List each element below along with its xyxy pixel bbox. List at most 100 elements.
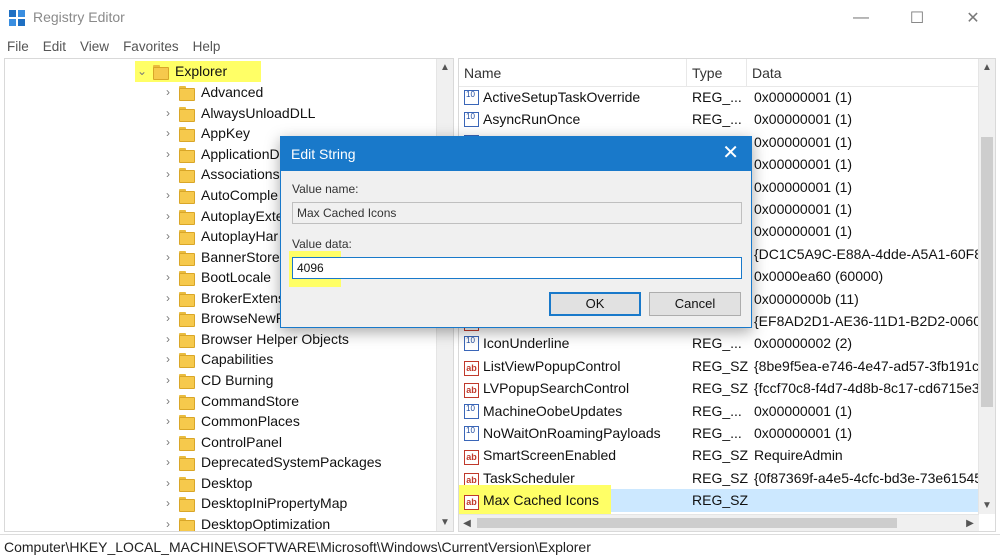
- folder-icon: [179, 270, 195, 287]
- window-title: Registry Editor: [33, 9, 125, 25]
- tree-item-label: CD Burning: [201, 371, 274, 388]
- list-item[interactable]: ab LVPopupSearchControl REG_SZ {fccf70c8-f4…: [459, 377, 979, 400]
- list-item[interactable]: AsyncRunOnce REG_... 0x00000001 (1): [459, 108, 979, 131]
- value-data-input[interactable]: 4096: [292, 257, 742, 279]
- chevron-right-icon[interactable]: ›: [161, 167, 175, 181]
- value-data: {0f87369f-a4e5-4cfc-bd3e-73e61545: [754, 469, 979, 486]
- chevron-right-icon[interactable]: ›: [161, 311, 175, 325]
- folder-icon: [179, 188, 195, 204]
- chevron-right-icon[interactable]: ›: [161, 291, 175, 305]
- list-item[interactable]: ab SmartScreenEnabled REG_SZ RequireAdmin: [459, 444, 979, 467]
- column-header-data[interactable]: Data: [747, 59, 987, 87]
- tree-item[interactable]: › Capabilities: [161, 349, 453, 370]
- chevron-right-icon[interactable]: ›: [161, 373, 175, 387]
- dialog-title-bar[interactable]: Edit String ✕: [281, 137, 751, 171]
- scroll-left-icon[interactable]: ◀: [459, 515, 475, 531]
- chevron-right-icon[interactable]: ›: [161, 455, 175, 469]
- tree-item[interactable]: › CommonPlaces: [161, 411, 453, 432]
- scroll-right-icon[interactable]: ▶: [962, 515, 978, 531]
- scroll-down-icon[interactable]: ▼: [437, 514, 453, 531]
- folder-icon: [179, 106, 195, 122]
- tree-item-explorer[interactable]: ⌄ Explorer: [135, 61, 261, 82]
- scrollbar-thumb[interactable]: [981, 137, 993, 407]
- value-data: {fccf70c8-f4d7-4d8b-8c17-cd6715e3: [754, 380, 979, 397]
- close-button[interactable]: ✕: [950, 0, 996, 36]
- chevron-right-icon[interactable]: ›: [161, 517, 175, 531]
- tree-item[interactable]: › DesktopOptimization: [161, 514, 453, 531]
- list-item[interactable]: ActiveSetupTaskOverride REG_... 0x00000001…: [459, 86, 979, 109]
- title-bar: Registry Editor — ☐ ✕: [0, 0, 1000, 36]
- list-vertical-scrollbar[interactable]: ▲ ▼: [978, 59, 995, 514]
- value-name: MachineOobeUpdates: [483, 402, 623, 419]
- chevron-right-icon[interactable]: ›: [161, 250, 175, 264]
- scrollbar-thumb[interactable]: [477, 518, 897, 528]
- chevron-right-icon[interactable]: ›: [161, 85, 175, 99]
- tree-item[interactable]: › Advanced: [161, 82, 453, 103]
- menu-file[interactable]: File: [0, 37, 36, 58]
- dialog-close-icon[interactable]: ✕: [722, 142, 739, 164]
- menu-favorites[interactable]: Favorites: [116, 37, 186, 58]
- menu-view[interactable]: View: [73, 37, 116, 58]
- chevron-right-icon[interactable]: ›: [161, 147, 175, 161]
- list-item[interactable]: ab Max Cached Icons REG_SZ: [459, 485, 979, 516]
- registry-editor-icon: [9, 10, 25, 26]
- menu-help[interactable]: Help: [186, 37, 228, 58]
- tree-item[interactable]: › DesktopIniPropertyMap: [161, 493, 453, 514]
- status-path: Computer\HKEY_LOCAL_MACHINE\SOFTWARE\Mic…: [4, 539, 591, 555]
- chevron-right-icon[interactable]: ›: [161, 229, 175, 243]
- chevron-right-icon[interactable]: ›: [161, 476, 175, 490]
- minimize-button[interactable]: —: [838, 0, 884, 36]
- scroll-down-icon[interactable]: ▼: [979, 497, 995, 514]
- maximize-button[interactable]: ☐: [894, 0, 940, 36]
- ok-button[interactable]: OK: [549, 292, 641, 316]
- list-item[interactable]: NoWaitOnRoamingPayloads REG_... 0x00000001…: [459, 422, 979, 445]
- chevron-right-icon[interactable]: ›: [161, 106, 175, 120]
- tree-item[interactable]: › CD Burning: [161, 370, 453, 391]
- chevron-right-icon[interactable]: ›: [161, 394, 175, 408]
- chevron-right-icon[interactable]: ›: [161, 270, 175, 284]
- scroll-up-icon[interactable]: ▲: [979, 59, 995, 76]
- value-data: 0x00000001 (1): [754, 178, 853, 195]
- string-value-icon: ab: [464, 489, 480, 512]
- list-item[interactable]: ab ListViewPopupControl REG_SZ {8be9f5ea-e7…: [459, 355, 979, 378]
- scroll-up-icon[interactable]: ▲: [437, 59, 453, 76]
- binary-value-icon: [464, 86, 480, 109]
- value-data: 0x00000001 (1): [754, 223, 853, 240]
- chevron-right-icon[interactable]: ›: [161, 126, 175, 140]
- chevron-right-icon[interactable]: ›: [161, 435, 175, 449]
- tree-item[interactable]: › DeprecatedSystemPackages: [161, 452, 453, 473]
- value-name: ActiveSetupTaskOverride: [483, 89, 641, 105]
- chevron-down-icon[interactable]: ⌄: [135, 64, 149, 78]
- tree-item[interactable]: › CommandStore: [161, 390, 453, 411]
- tree-item[interactable]: › ControlPanel: [161, 431, 453, 452]
- value-name: SmartScreenEnabled: [483, 447, 617, 464]
- cancel-button[interactable]: Cancel: [649, 292, 741, 316]
- column-header-type[interactable]: Type: [687, 59, 747, 87]
- folder-icon: [179, 167, 195, 184]
- chevron-right-icon[interactable]: ›: [161, 496, 175, 510]
- tree-item[interactable]: › AlwaysUnloadDLL: [161, 103, 453, 124]
- chevron-right-icon[interactable]: ›: [161, 352, 175, 366]
- value-name: Max Cached Icons: [483, 492, 599, 509]
- tree-item-label: AutoplayExte: [201, 207, 284, 224]
- list-item[interactable]: IconUnderline REG_... 0x00000002 (2): [459, 332, 979, 355]
- edit-string-dialog: Edit String ✕ Value name: Max Cached Ico…: [280, 136, 752, 328]
- value-type: REG_...: [692, 425, 742, 441]
- tree-item-label: Desktop: [201, 474, 253, 491]
- chevron-right-icon[interactable]: ›: [161, 209, 175, 223]
- value-type: REG_SZ: [692, 357, 749, 374]
- chevron-right-icon[interactable]: ›: [161, 188, 175, 202]
- list-item[interactable]: MachineOobeUpdates REG_... 0x00000001 (1): [459, 400, 979, 423]
- folder-icon: [179, 435, 195, 451]
- column-header-name[interactable]: Name: [459, 59, 687, 87]
- menu-edit[interactable]: Edit: [36, 37, 73, 58]
- chevron-right-icon[interactable]: ›: [161, 414, 175, 428]
- tree-item[interactable]: › Desktop: [161, 472, 453, 493]
- list-horizontal-scrollbar[interactable]: ◀ ▶: [459, 514, 979, 531]
- chevron-right-icon[interactable]: ›: [161, 332, 175, 346]
- tree-item[interactable]: › Browser Helper Objects: [161, 329, 453, 350]
- folder-icon: [179, 373, 195, 389]
- folder-icon: [179, 209, 195, 225]
- folder-icon: [179, 291, 195, 307]
- tree-item-label: ApplicationD: [201, 145, 280, 162]
